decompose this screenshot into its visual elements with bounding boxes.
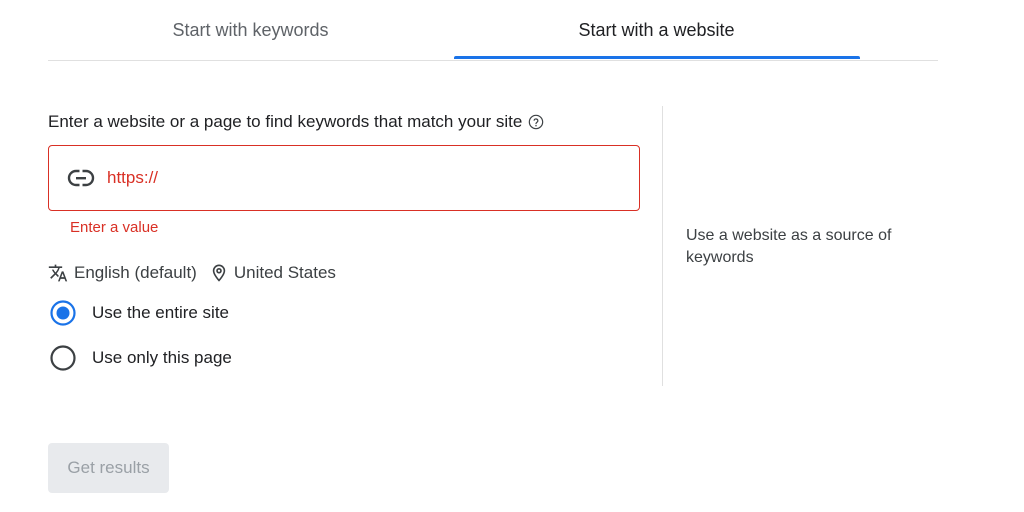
location-selector[interactable]: United States (234, 263, 336, 283)
radio-checked-icon[interactable] (50, 300, 76, 326)
location-pin-icon (212, 264, 226, 282)
tab-start-with-website[interactable]: Start with a website (453, 0, 860, 60)
tab-label: Start with keywords (172, 19, 329, 40)
radio-unchecked-icon[interactable] (50, 345, 76, 371)
language-selector[interactable]: English (default) (74, 263, 197, 283)
website-prompt: Enter a website or a page to find keywor… (48, 112, 544, 132)
side-description: Use a website as a source of keywords (686, 227, 892, 266)
help-circle-icon[interactable] (528, 114, 544, 130)
radio-this-page-only[interactable]: Use only this page (50, 345, 232, 371)
tab-label: Start with a website (578, 19, 735, 40)
url-field[interactable] (48, 145, 640, 211)
prompt-text: Enter a website or a page to find keywor… (48, 112, 523, 131)
radio-entire-site[interactable]: Use the entire site (50, 300, 229, 326)
locale-settings: English (default) United States (48, 263, 336, 283)
get-results-button[interactable]: Get results (48, 443, 169, 493)
url-error-message: Enter a value (70, 219, 159, 236)
tab-start-with-keywords[interactable]: Start with keywords (48, 0, 453, 60)
link-icon (67, 169, 95, 187)
radio-label: Use only this page (92, 348, 232, 367)
tab-bar: Start with keywords Start with a website (48, 0, 938, 61)
url-input[interactable] (107, 165, 607, 191)
radio-label: Use the entire site (92, 303, 230, 322)
vertical-divider (662, 106, 663, 386)
active-tab-indicator (454, 56, 860, 59)
translate-icon (48, 264, 68, 282)
